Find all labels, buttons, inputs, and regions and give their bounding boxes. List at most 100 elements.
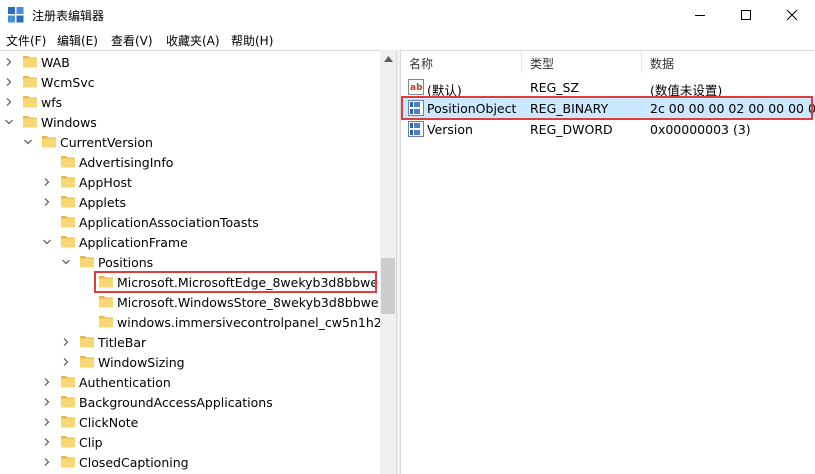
tree-node-windows[interactable]: Windows	[0, 112, 380, 132]
chevron-right-icon[interactable]	[61, 356, 71, 368]
value-row-[interactable]: ab (默认) REG_SZ (数值未设置)	[401, 77, 815, 98]
folder-icon	[60, 394, 76, 409]
column-header-type[interactable]: 类型	[522, 51, 642, 73]
folder-icon	[60, 174, 76, 189]
tree-node-label: ApplicationFrame	[79, 235, 188, 250]
tree-node-wcmsvc[interactable]: WcmSvc	[0, 72, 380, 92]
chevron-right-icon[interactable]	[42, 176, 52, 188]
chevron-right-icon[interactable]	[42, 376, 52, 388]
tree-node-applicationassociationtoasts[interactable]: ApplicationAssociationToasts	[0, 212, 380, 232]
chevron-right-icon[interactable]	[42, 196, 52, 208]
chevron-down-icon[interactable]	[23, 136, 33, 148]
chevron-right-icon[interactable]	[4, 76, 14, 88]
tree-node-positions[interactable]: Positions	[0, 252, 380, 272]
value-list-pane[interactable]: 名称 类型 数据 ab (默认) REG_SZ (数值未设置) PositionObje…	[401, 50, 815, 474]
menu-bar: 文件(F) 编辑(E) 查看(V) 收藏夹(A) 帮助(H)	[0, 30, 815, 50]
tree-node-label: Clip	[79, 435, 103, 450]
tree-node-applets[interactable]: Applets	[0, 192, 380, 212]
chevron-right-icon[interactable]	[42, 396, 52, 408]
tree-node-label: ClickNote	[79, 415, 139, 430]
chevron-down-icon[interactable]	[42, 236, 52, 248]
tree-node-wfs[interactable]: wfs	[0, 92, 380, 112]
tree-node-label: WindowSizing	[98, 355, 185, 370]
tree-node-authentication[interactable]: Authentication	[0, 372, 380, 392]
tree-node-label: ApplicationAssociationToasts	[79, 215, 259, 230]
scroll-up-arrow-icon[interactable]	[380, 50, 396, 67]
tree-node-label: WAB	[41, 55, 70, 70]
folder-icon	[60, 214, 76, 229]
column-header-name[interactable]: 名称	[401, 51, 522, 73]
tree-node-titlebar[interactable]: TitleBar	[0, 332, 380, 352]
folder-icon	[79, 334, 95, 349]
chevron-down-icon[interactable]	[4, 116, 14, 128]
tree-node-advertisinginfo[interactable]: AdvertisingInfo	[0, 152, 380, 172]
title-bar: 注册表编辑器	[0, 0, 815, 30]
folder-icon	[22, 74, 38, 89]
menu-edit[interactable]: 编辑(E)	[57, 32, 98, 49]
menu-view[interactable]: 查看(V)	[111, 32, 153, 49]
tree-node-label: CurrentVersion	[60, 135, 153, 150]
value-name: PositionObject	[427, 101, 517, 116]
chevron-right-icon[interactable]	[42, 456, 52, 468]
folder-icon	[22, 94, 38, 109]
value-row-version[interactable]: Version REG_DWORD 0x00000003 (3)	[401, 119, 815, 139]
tree-node-backgroundaccessapplications[interactable]: BackgroundAccessApplications	[0, 392, 380, 412]
folder-icon	[79, 254, 95, 269]
menu-help[interactable]: 帮助(H)	[231, 32, 273, 49]
minimize-button[interactable]	[677, 0, 723, 30]
folder-icon	[60, 234, 76, 249]
folder-icon	[98, 294, 114, 309]
menu-favorites[interactable]: 收藏夹(A)	[166, 32, 220, 49]
binary-value-icon	[408, 121, 424, 137]
chevron-down-icon[interactable]	[61, 256, 71, 268]
tree-node-apphost[interactable]: AppHost	[0, 172, 380, 192]
column-header-data[interactable]: 数据	[642, 51, 815, 73]
folder-icon	[60, 434, 76, 449]
tree-node-label: AppHost	[79, 175, 132, 190]
tree-node-clip[interactable]: Clip	[0, 432, 380, 452]
svg-text:ab: ab	[410, 83, 423, 93]
maximize-button[interactable]	[723, 0, 769, 30]
maximize-icon	[741, 10, 751, 20]
tree-node-microsoft-windowsstore-8wekyb3d8bbwe-ap[interactable]: Microsoft.WindowsStore_8wekyb3d8bbwe!Ap	[0, 292, 396, 312]
tree-node-label: WcmSvc	[41, 75, 95, 90]
chevron-right-icon[interactable]	[42, 416, 52, 428]
tree-node-label: Applets	[79, 195, 126, 210]
chevron-right-icon[interactable]	[4, 96, 14, 108]
chevron-right-icon[interactable]	[61, 336, 71, 348]
tree-node-wab[interactable]: WAB	[0, 52, 380, 72]
folder-icon	[60, 454, 76, 469]
tree-node-windowsizing[interactable]: WindowSizing	[0, 352, 380, 372]
tree-node-applicationframe[interactable]: ApplicationFrame	[0, 232, 380, 252]
regedit-app-icon	[8, 7, 24, 23]
value-type: REG_DWORD	[530, 122, 613, 137]
string-value-icon: ab	[408, 79, 424, 95]
binary-value-icon	[408, 100, 424, 116]
value-row-positionobject[interactable]: PositionObject REG_BINARY 2c 00 00 00 02 0…	[401, 98, 815, 118]
tree-node-clicknote[interactable]: ClickNote	[0, 412, 380, 432]
tree-node-label: ClosedCaptioning	[79, 455, 189, 470]
tree-node-label: Windows	[41, 115, 97, 130]
tree-node-label: Microsoft.MicrosoftEdge_8wekyb3d8bbwe!M	[117, 275, 394, 290]
chevron-right-icon[interactable]	[42, 436, 52, 448]
folder-icon	[79, 354, 95, 369]
key-tree-pane[interactable]: WAB WcmSvc wfs Windows CurrentVersion Adverti…	[0, 50, 396, 474]
scroll-thumb[interactable]	[381, 258, 395, 314]
close-icon	[786, 9, 798, 21]
tree-node-currentversion[interactable]: CurrentVersion	[0, 132, 380, 152]
menu-file[interactable]: 文件(F)	[6, 32, 46, 49]
tree-vertical-scrollbar[interactable]	[380, 50, 396, 474]
tree-node-label: windows.immersivecontrolpanel_cw5n1h2txy…	[117, 315, 396, 330]
tree-node-closedcaptioning[interactable]: ClosedCaptioning	[0, 452, 380, 472]
tree-node-windows-immersivecontrolpanel-cw5n1h2txye[interactable]: windows.immersivecontrolpanel_cw5n1h2txy…	[0, 312, 396, 332]
tree-node-label: TitleBar	[98, 335, 147, 350]
window-title: 注册表编辑器	[32, 9, 105, 23]
chevron-right-icon[interactable]	[4, 56, 14, 68]
value-data: 2c 00 00 00 02 00 00 00 03	[650, 101, 815, 116]
tree-node-microsoft-microsoftedge-8wekyb3d8bbwe-m[interactable]: Microsoft.MicrosoftEdge_8wekyb3d8bbwe!M	[0, 272, 394, 292]
value-type: REG_SZ	[530, 80, 580, 95]
tree-node-label: Authentication	[79, 375, 171, 390]
close-button[interactable]	[769, 0, 815, 30]
value-name: Version	[427, 122, 473, 137]
value-data: 0x00000003 (3)	[650, 122, 751, 137]
